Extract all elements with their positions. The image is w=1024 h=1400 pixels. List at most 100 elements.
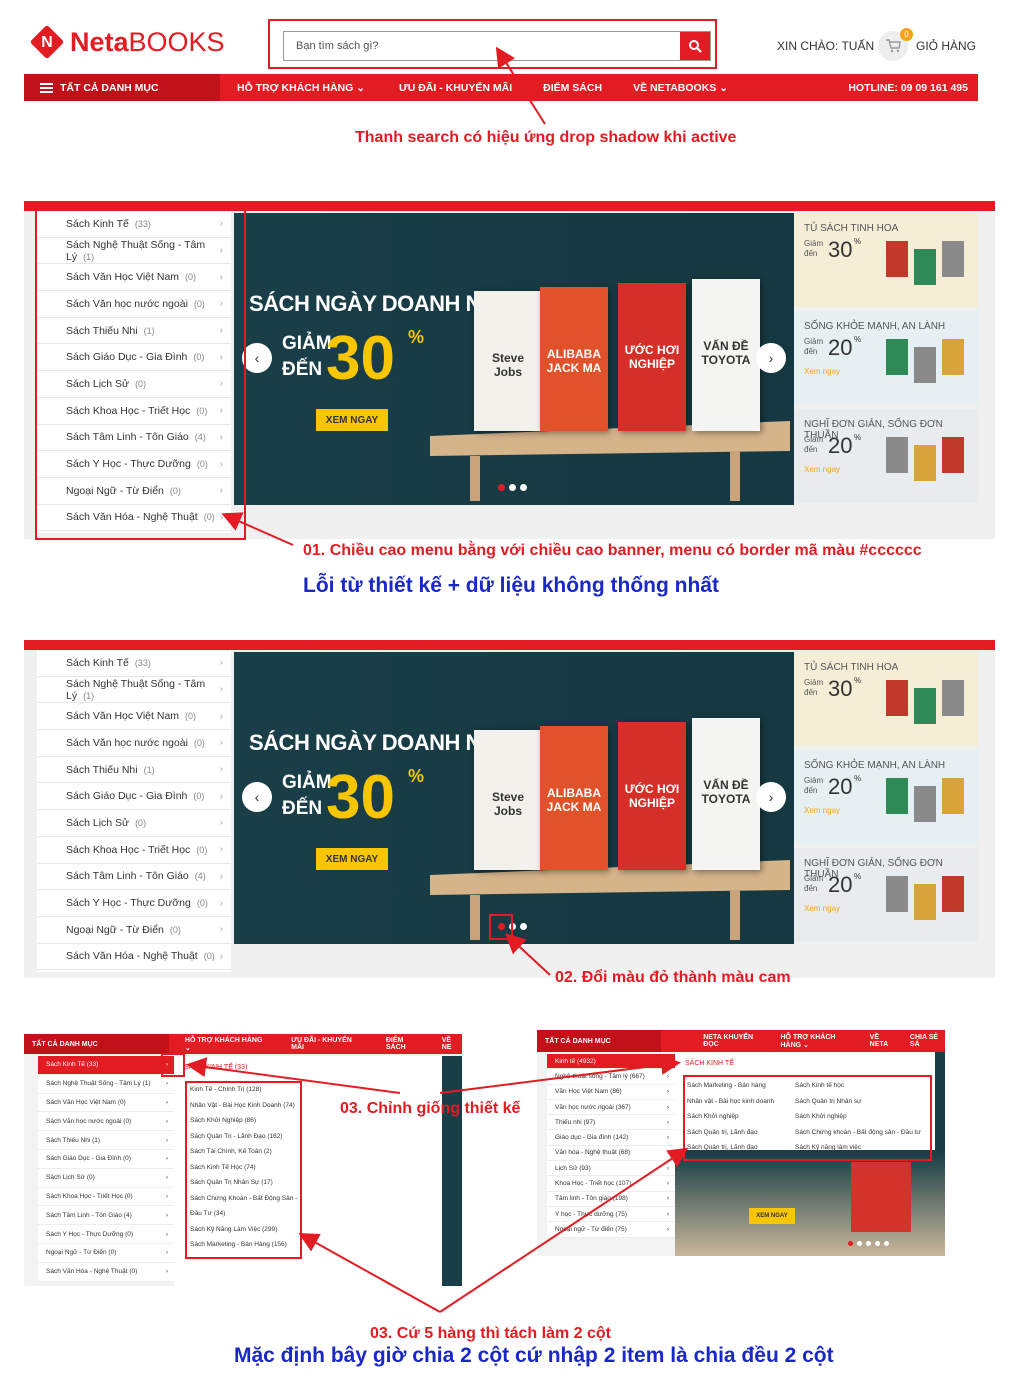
slider-dot[interactable] — [498, 484, 505, 491]
mini-category-item[interactable]: Sách Kinh Tế (33) › — [38, 1056, 174, 1075]
mini-category-item[interactable]: Sách Văn Hóa - Nghệ Thuật (0) › — [38, 1263, 174, 1282]
mini-category-item[interactable]: Văn Học Việt Nam (86) › — [547, 1085, 675, 1100]
mini-category-item[interactable]: Ngoại Ngữ - Từ Điển (0) › — [38, 1244, 174, 1263]
category-item[interactable]: Sách Y Học - Thực Dưỡng (0) › — [37, 890, 231, 917]
mini-category-item[interactable]: Thiếu nhi (97) › — [547, 1115, 675, 1131]
category-label: Sách Giáo Dục - Gia Đình (0) — [66, 790, 204, 802]
mini-category-item[interactable]: Y học - Thực dưỡng (75) › — [547, 1207, 675, 1223]
mini-right-nav-support[interactable]: HỖ TRỢ KHÁCH HÀNG ⌄ — [781, 1034, 856, 1049]
mini-right-menu: Kinh tế (4932) › Nghệ thuật sống - Tâm lý … — [547, 1054, 675, 1238]
side-promo-card[interactable]: TỦ SÁCH TINH HOA Giảm đến 30% — [794, 652, 978, 746]
side-promo-card[interactable]: TỦ SÁCH TINH HOA Giảm đến 30% — [794, 213, 978, 307]
mini-category-item[interactable]: Sách Lịch Sử (0) › — [38, 1169, 174, 1188]
mini-left-nav-support[interactable]: HỖ TRỢ KHÁCH HÀNG ⌄ — [185, 1037, 267, 1052]
slider-dot[interactable] — [875, 1241, 880, 1246]
cart-icon: 0 — [878, 28, 913, 61]
chevron-right-icon: › — [165, 1249, 168, 1257]
mini-category-item[interactable]: Văn học nước ngoài (367) › — [547, 1100, 675, 1116]
main-banner-2[interactable]: SÁCH NGÀY DOANH NHÂN GIẢM ĐẾN 30% XEM NGAY S… — [234, 652, 794, 944]
category-item[interactable]: Sách Thiếu Nhi (1) › — [37, 757, 231, 784]
side-card-percent: % — [854, 774, 862, 783]
side-card-percent: % — [854, 676, 862, 685]
netabooks-logo[interactable]: N NetaBOOKS — [29, 24, 225, 60]
main-banner[interactable]: SÁCH NGÀY DOANH NHÂN GIẢM ĐẾN 30% XEM NGAY S… — [234, 213, 794, 505]
cart-button[interactable]: 0 GIỎ HÀNG — [878, 28, 976, 61]
mini-left-nav-promo[interactable]: ƯU ĐÃI - KHUYẾN MÃI — [291, 1037, 364, 1051]
search-button[interactable] — [680, 32, 710, 60]
mini-category-item[interactable]: Sách Văn Học Việt Nam (0) › — [38, 1094, 174, 1113]
category-item[interactable]: Sách Văn Học Việt Nam (0) › — [37, 703, 231, 731]
side-card-link[interactable]: Xem ngay — [804, 806, 840, 815]
greeting-text[interactable]: XIN CHÀO: TUẤN — [777, 39, 874, 53]
all-categories-button[interactable]: TẤT CẢ DANH MỤC — [24, 74, 220, 101]
slider-dot[interactable] — [884, 1241, 889, 1246]
nav-about[interactable]: VỀ NETABOOKS ⌄ — [633, 82, 728, 94]
side-promo-card[interactable]: SỐNG KHỎE MẠNH, AN LÀNH Giảm đến 20% Xem ng… — [794, 750, 978, 844]
nav-promotions[interactable]: ƯU ĐÃI - KHUYẾN MÃI — [399, 82, 512, 94]
mini-right-cta[interactable]: XEM NGAY — [749, 1208, 795, 1224]
nav-support[interactable]: HỖ TRỢ KHÁCH HÀNG ⌄ — [237, 82, 365, 94]
mini-category-label: Sách Y Học - Thực Dưỡng (0) — [46, 1230, 134, 1238]
mini-category-item[interactable]: Văn hóa - Nghệ thuật (68) › — [547, 1146, 675, 1162]
chevron-right-icon: › — [219, 870, 223, 882]
side-promo-card[interactable]: NGHĨ ĐƠN GIẢN, SỐNG ĐƠN THUẦN Giảm đến 20%… — [794, 848, 978, 942]
category-item[interactable]: Sách Khoa Học - Triết Học (0) › — [37, 837, 231, 864]
mini-category-item[interactable]: Khoa Học - Triết học (107) › — [547, 1176, 675, 1192]
mini-category-item[interactable]: Sách Giáo Dục - Gia Đình (0) › — [38, 1150, 174, 1169]
mini-category-item[interactable]: Tâm linh - Tôn giáo (198) › — [547, 1192, 675, 1207]
slider-dot[interactable] — [857, 1241, 862, 1246]
slider-dot[interactable] — [848, 1241, 853, 1246]
prev-arrow-icon[interactable]: ‹ — [242, 782, 272, 812]
mini-right-nav-about[interactable]: VỀ NETA — [870, 1034, 896, 1048]
note-03a: 03. Chỉnh giống thiết kế — [340, 1100, 521, 1117]
mini-category-item[interactable]: Sách Y Học - Thực Dưỡng (0) › — [38, 1225, 174, 1244]
mini-category-item[interactable]: Nghệ thuật sống - Tâm lý (667) › — [547, 1069, 675, 1085]
mini-right-nav-share[interactable]: CHIA SẺ SÁ — [910, 1034, 945, 1048]
category-item[interactable]: Sách Văn học nước ngoài (0) › — [37, 730, 231, 757]
category-item[interactable]: Sách Lịch Sử (0) › — [37, 810, 231, 837]
mini-left-nav-about[interactable]: VỀ NE — [442, 1037, 462, 1051]
side-card-link[interactable]: Xem ngay — [804, 367, 840, 376]
mini-category-item[interactable]: Sách Khoa Học - Triết Học (0) › — [38, 1188, 174, 1207]
category-name: Ngoại Ngữ - Từ Điển — [66, 923, 164, 936]
search-bar[interactable]: Bạn tìm sách gì? — [283, 31, 711, 61]
nav-reviews[interactable]: ĐIỂM SÁCH — [543, 82, 602, 94]
mini-right-nav-reading[interactable]: NETA KHUYẾN ĐỌC — [703, 1034, 762, 1048]
mini-category-item[interactable]: Lịch Sử (93) › — [547, 1161, 675, 1177]
side-card-link[interactable]: Xem ngay — [804, 904, 840, 913]
category-item[interactable]: Sách Giáo Dục - Gia Đình (0) › — [37, 783, 231, 811]
search-input[interactable]: Bạn tìm sách gì? — [284, 32, 680, 60]
slider-dot[interactable] — [520, 923, 527, 930]
banner-cta-button[interactable]: XEM NGAY — [316, 409, 388, 431]
mini-left-nav-reviews[interactable]: ĐIỂM SÁCH — [386, 1037, 424, 1051]
mini-category-item[interactable]: Sách Văn học nước ngoài (0) › — [38, 1112, 174, 1132]
mini-left-all-categories[interactable]: TẤT CẢ DANH MỤC — [24, 1034, 169, 1054]
mini-category-item[interactable]: Sách Thiếu Nhi (1) › — [38, 1131, 174, 1150]
chevron-right-icon: › — [666, 1180, 669, 1188]
banner-cta-button[interactable]: XEM NGAY — [316, 848, 388, 870]
banner-percent: % — [408, 766, 425, 786]
mini-left-menu: Sách Kinh Tế (33) › Sách Nghệ Thuật Sống -… — [38, 1056, 174, 1282]
slider-dot[interactable] — [866, 1241, 871, 1246]
mini-category-item[interactable]: Sách Nghệ Thuật Sống - Tâm Lý (1) › — [38, 1075, 174, 1094]
prev-arrow-icon[interactable]: ‹ — [242, 343, 272, 373]
category-item[interactable]: Sách Tâm Linh - Tôn Giáo (4) › — [37, 864, 231, 891]
category-item[interactable]: Ngoại Ngữ - Từ Điển (0) › — [37, 917, 231, 944]
slider-dot[interactable] — [509, 484, 516, 491]
category-item[interactable]: Sách Văn Hóa - Nghệ Thuật (0) › — [37, 944, 231, 971]
mini-category-item[interactable]: Ngoại ngữ - Từ điển (75) › — [547, 1222, 675, 1238]
next-arrow-icon[interactable]: › — [756, 343, 786, 373]
category-item[interactable]: Sách Kinh Tế (33) › — [37, 650, 231, 677]
slider-dot[interactable] — [520, 484, 527, 491]
category-item[interactable]: Sách Nghệ Thuật Sống - Tâm Lý (1) › — [37, 677, 231, 704]
mini-category-item[interactable]: Sách Tâm Linh - Tôn Giáo (4) › — [38, 1206, 174, 1226]
side-promo-card[interactable]: SỐNG KHỎE MẠNH, AN LÀNH Giảm đến 20% Xem ng… — [794, 311, 978, 405]
mini-category-item[interactable]: Kinh tế (4932) › — [547, 1054, 675, 1070]
next-arrow-icon[interactable]: › — [756, 782, 786, 812]
chevron-right-icon: › — [666, 1164, 669, 1172]
side-card-link[interactable]: Xem ngay — [804, 465, 840, 474]
slider-dots — [498, 484, 527, 491]
side-promo-card[interactable]: NGHĨ ĐƠN GIẢN, SỐNG ĐƠN THUẦN Giảm đến 20%… — [794, 409, 978, 503]
mini-category-item[interactable]: Giáo dục - Gia đình (142) › — [547, 1130, 675, 1146]
mini-right-all-categories[interactable]: TẤT CẢ DANH MỤC — [537, 1030, 662, 1052]
